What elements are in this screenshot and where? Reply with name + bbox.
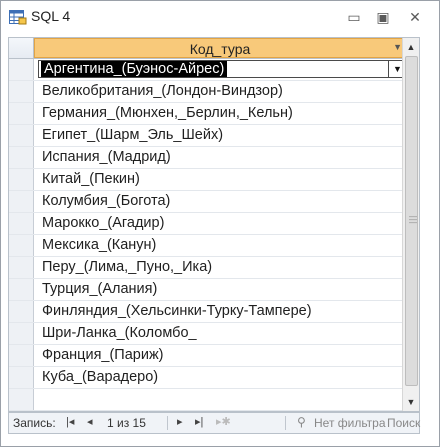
row-selector[interactable] [9, 103, 34, 124]
restore-button[interactable]: ▣ [369, 5, 397, 29]
title-bar[interactable]: SQL 4 ▭ ▣ ✕ [1, 1, 439, 34]
record-navigation-bar: Запись: |◂ ◂ 1 из 15 ▸ ▸| ▸✱ ⚲ Нет фильт… [8, 412, 420, 434]
table-cell: Германия_(Мюнхен,_Берлин,_Кельн) [42, 105, 293, 121]
search-field[interactable]: Поиск [387, 416, 420, 430]
table-cell: Финляндия_(Хельсинки-Турку-Тампере) [42, 303, 312, 319]
table-row-new[interactable] [9, 389, 419, 411]
table-row[interactable]: Марокко_(Агадир) [9, 213, 419, 235]
scrollbar-thumb[interactable]: — — — [405, 56, 418, 386]
query-window: SQL 4 ▭ ▣ ✕ Код_тура ▼ Аргентина_(Буэнос… [0, 0, 440, 447]
row-selector[interactable] [9, 301, 34, 322]
close-icon: ✕ [409, 9, 421, 25]
table-row[interactable]: Мексика_(Канун) [9, 235, 419, 257]
datasheet-grid: Код_тура ▼ Аргентина_(Буэнос-Айрес) ▼ Ве… [8, 37, 420, 412]
last-record-icon[interactable]: ▸| [195, 415, 203, 428]
table-row[interactable]: Испания_(Мадрид) [9, 147, 419, 169]
table-row[interactable]: Финляндия_(Хельсинки-Турку-Тампере) [9, 301, 419, 323]
row-selector[interactable] [9, 213, 34, 234]
row-selector[interactable] [9, 389, 34, 410]
table-cell: Куба_(Варадеро) [42, 369, 159, 385]
scroll-down-icon[interactable]: ▼ [403, 394, 419, 410]
header-row: Код_тура ▼ [9, 38, 419, 59]
column-header-label: Код_тура [189, 41, 251, 57]
row-selector[interactable] [9, 257, 34, 278]
new-record-icon[interactable]: ▸✱ [216, 415, 231, 428]
table-row[interactable]: Китай_(Пекин) [9, 169, 419, 191]
row-selector[interactable] [9, 81, 34, 102]
query-icon [9, 10, 27, 25]
table-row[interactable]: Великобритания_(Лондон-Виндзор) [9, 81, 419, 103]
table-cell: Египет_(Шарм_Эль_Шейх) [42, 127, 224, 143]
row-selector[interactable] [9, 191, 34, 212]
table-cell: Мексика_(Канун) [42, 237, 157, 253]
column-header-kod-tura[interactable]: Код_тура ▼ [34, 38, 406, 58]
table-cell: Турция_(Алания) [42, 281, 158, 297]
row-selector[interactable] [9, 279, 34, 300]
combobox-value: Аргентина_(Буэнос-Айрес) [41, 61, 228, 77]
table-row[interactable]: Колумбия_(Богота) [9, 191, 419, 213]
first-record-icon[interactable]: |◂ [66, 415, 74, 428]
table-row[interactable]: Египет_(Шарм_Эль_Шейх) [9, 125, 419, 147]
table-cell: Шри-Ланка_(Коломбо_ [42, 325, 197, 341]
minimize-icon: ▭ [347, 9, 361, 25]
separator [285, 416, 286, 430]
row-selector[interactable] [9, 323, 34, 344]
table-cell: Великобритания_(Лондон-Виндзор) [42, 83, 283, 99]
current-record-field[interactable]: 1 из 15 [107, 416, 146, 430]
filter-icon: ⚲ [297, 415, 306, 429]
table-row[interactable]: Шри-Ланка_(Коломбо_ [9, 323, 419, 345]
table-cell: Франция_(Париж) [42, 347, 164, 363]
row-selector[interactable] [9, 367, 34, 388]
table-row[interactable]: Германия_(Мюнхен,_Берлин,_Кельн) [9, 103, 419, 125]
previous-record-icon[interactable]: ◂ [87, 415, 93, 428]
row-selector[interactable] [9, 59, 34, 80]
next-record-icon[interactable]: ▸ [177, 415, 183, 428]
table-row[interactable]: Куба_(Варадеро) [9, 367, 419, 389]
close-button[interactable]: ✕ [401, 5, 429, 29]
table-row[interactable]: Франция_(Париж) [9, 345, 419, 367]
table-row[interactable]: Перу_(Лима,_Пуно,_Ика) [9, 257, 419, 279]
row-selector[interactable] [9, 147, 34, 168]
row-selector[interactable] [9, 169, 34, 190]
row-selector[interactable] [9, 345, 34, 366]
row-selector[interactable] [9, 235, 34, 256]
table-cell: Испания_(Мадрид) [42, 149, 171, 165]
table-cell: Колумбия_(Богота) [42, 193, 171, 209]
row-selector[interactable] [9, 125, 34, 146]
table-row-current[interactable]: Аргентина_(Буэнос-Айрес) ▼ [9, 59, 419, 81]
minimize-button[interactable]: ▭ [340, 5, 368, 29]
select-all-corner[interactable] [9, 38, 34, 58]
window-title: SQL 4 [31, 8, 71, 24]
scroll-up-icon[interactable]: ▲ [403, 39, 419, 55]
vertical-scrollbar[interactable]: ▲ — — — ▼ [402, 38, 419, 411]
table-cell: Китай_(Пекин) [42, 171, 140, 187]
filter-status[interactable]: Нет фильтра [314, 416, 386, 430]
separator [167, 416, 168, 430]
column-sort-arrow-icon[interactable]: ▼ [393, 42, 402, 52]
table-cell: Перу_(Лима,_Пуно,_Ика) [42, 259, 213, 275]
table-row[interactable]: Турция_(Алания) [9, 279, 419, 301]
restore-icon: ▣ [376, 9, 390, 25]
grip-icon: — — — [409, 212, 417, 227]
tour-combobox[interactable]: Аргентина_(Буэнос-Айрес) ▼ [38, 60, 407, 78]
record-label: Запись: [13, 416, 56, 430]
table-cell: Марокко_(Агадир) [42, 215, 165, 231]
